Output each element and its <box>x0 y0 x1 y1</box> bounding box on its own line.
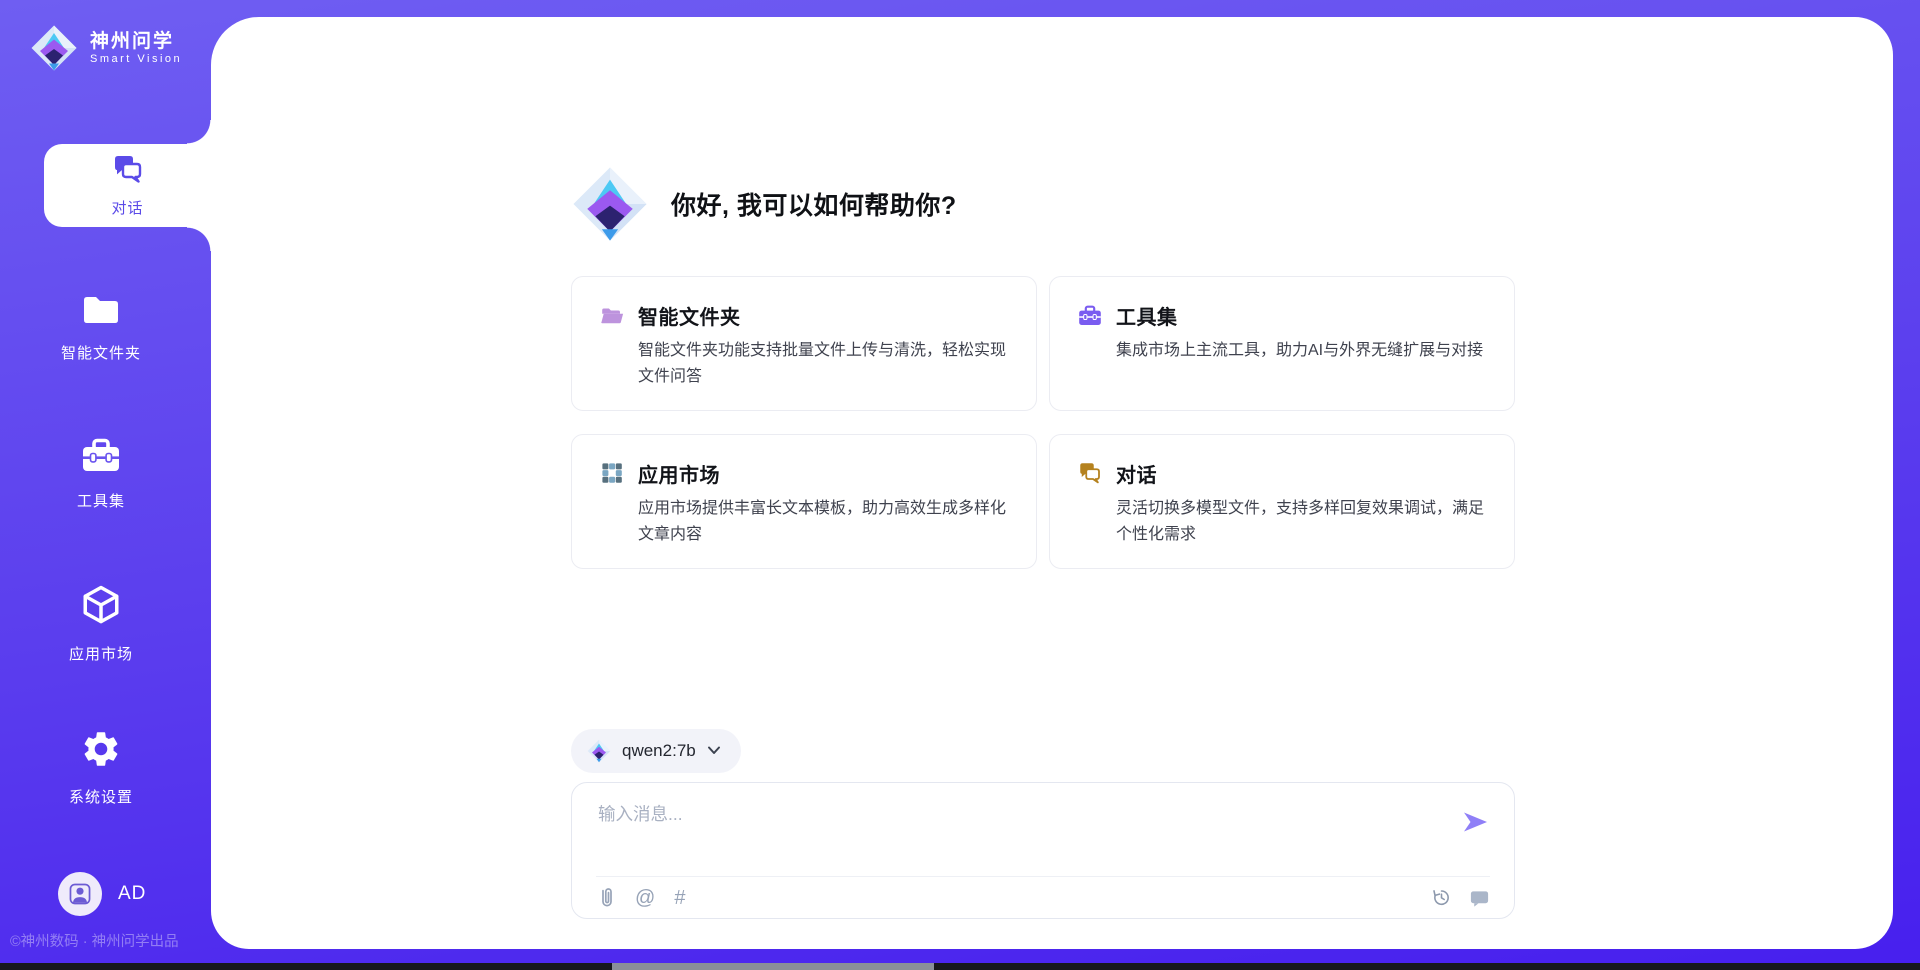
feature-cards: 智能文件夹 智能文件夹功能支持批量文件上传与清洗，轻松实现文件问答 工具 <box>571 276 1515 569</box>
copyright-text: ©神州数码 · 神州问学出品 <box>10 930 179 951</box>
sidebar-item-label: 工具集 <box>77 490 125 511</box>
chat-icon <box>112 154 144 189</box>
composer-toolbar: @ # <box>598 880 1490 916</box>
sidebar-item-settings[interactable]: 系统设置 <box>0 728 202 807</box>
history-icon[interactable] <box>1431 887 1452 908</box>
composer-divider <box>596 876 1490 877</box>
card-app-market[interactable]: 应用市场 应用市场提供丰富长文本模板，助力高效生成多样化文章内容 <box>571 434 1037 569</box>
hashtag-icon[interactable]: # <box>674 888 685 908</box>
card-description: 应用市场提供丰富长文本模板，助力高效生成多样化文章内容 <box>638 496 1008 548</box>
card-title: 对话 <box>1116 459 1157 488</box>
card-smart-folder[interactable]: 智能文件夹 智能文件夹功能支持批量文件上传与清洗，轻松实现文件问答 <box>571 276 1037 411</box>
sidebar-item-label: 对话 <box>111 197 143 218</box>
cube-icon <box>80 583 122 632</box>
avatar <box>58 872 102 916</box>
brand-name: 神州问学 <box>90 31 182 53</box>
sidebar: 神州问学 Smart Vision 对话 智能文件夹 <box>0 0 211 970</box>
sidebar-item-label: 智能文件夹 <box>61 342 141 363</box>
card-toolbox[interactable]: 工具集 集成市场上主流工具，助力AI与外界无缝扩展与对接 <box>1049 276 1515 411</box>
user-name: AD <box>118 883 146 905</box>
horizontal-scrollbar[interactable] <box>0 963 1920 970</box>
chevron-down-icon <box>707 746 721 755</box>
greeting-title: 你好, 我可以如何帮助你? <box>671 186 957 222</box>
card-description: 智能文件夹功能支持批量文件上传与清洗，轻松实现文件问答 <box>638 338 1008 390</box>
brand-subtitle: Smart Vision <box>90 53 182 65</box>
card-chat[interactable]: 对话 灵活切换多模型文件，支持多样回复效果调试，满足个性化需求 <box>1049 434 1515 569</box>
brand: 神州问学 Smart Vision <box>30 24 182 72</box>
active-tab-curve-top <box>187 120 211 144</box>
folder-open-icon <box>600 304 624 328</box>
gear-icon <box>80 728 122 775</box>
grid-icon <box>600 461 624 485</box>
sidebar-item-smart-folder[interactable]: 智能文件夹 <box>0 294 202 363</box>
model-name: qwen2:7b <box>622 741 696 761</box>
folder-icon <box>82 294 120 331</box>
attachment-icon[interactable] <box>598 887 616 909</box>
card-description: 集成市场上主流工具，助力AI与外界无缝扩展与对接 <box>1116 338 1486 364</box>
model-logo-icon <box>587 739 611 763</box>
active-tab-curve-bottom <box>187 227 211 251</box>
card-title: 工具集 <box>1116 301 1178 330</box>
card-title: 智能文件夹 <box>638 301 741 330</box>
send-button[interactable] <box>1460 809 1490 837</box>
scrollbar-thumb[interactable] <box>612 963 934 970</box>
chat-icon <box>1078 461 1102 485</box>
message-input[interactable] <box>598 801 1428 863</box>
user-profile[interactable]: AD <box>58 872 146 916</box>
sidebar-item-label: 应用市场 <box>69 643 133 664</box>
main-panel: 你好, 我可以如何帮助你? 智能文件夹 智能文件夹功能支持批量文件上传与清洗，轻… <box>211 17 1893 949</box>
brand-logo-icon <box>30 24 78 72</box>
send-icon <box>1461 809 1489 835</box>
sidebar-item-label: 系统设置 <box>69 786 133 807</box>
sidebar-item-toolbox[interactable]: 工具集 <box>0 438 202 511</box>
card-description: 灵活切换多模型文件，支持多样回复效果调试，满足个性化需求 <box>1116 496 1486 548</box>
mention-icon[interactable]: @ <box>635 888 655 908</box>
sidebar-item-chat[interactable]: 对话 <box>44 144 211 227</box>
sidebar-item-app-market[interactable]: 应用市场 <box>0 583 202 664</box>
main-content: 你好, 我可以如何帮助你? 智能文件夹 智能文件夹功能支持批量文件上传与清洗，轻… <box>571 17 1515 919</box>
welcome-header: 你好, 我可以如何帮助你? <box>571 165 1515 243</box>
card-title: 应用市场 <box>638 459 720 488</box>
message-composer: @ # <box>571 782 1515 919</box>
conversations-icon[interactable] <box>1469 888 1490 908</box>
toolbox-icon <box>1078 304 1102 328</box>
model-selector[interactable]: qwen2:7b <box>571 729 741 773</box>
welcome-logo-icon <box>571 165 649 243</box>
toolbox-icon <box>81 438 121 479</box>
